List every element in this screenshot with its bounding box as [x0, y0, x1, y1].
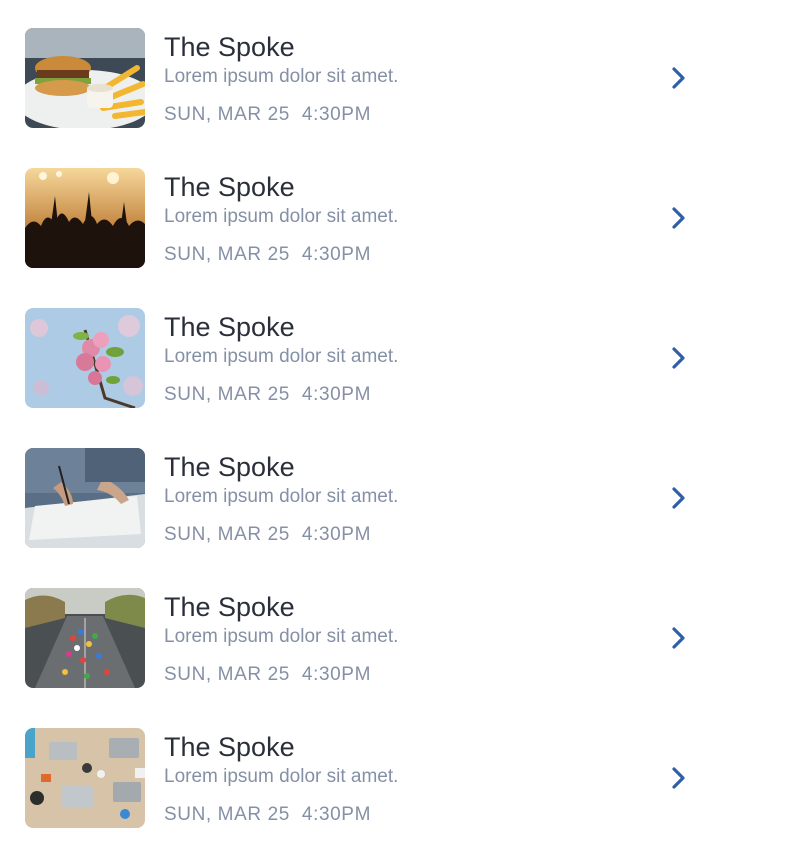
cherry-blossom-photo [25, 308, 145, 408]
event-title: The Spoke [164, 32, 295, 62]
event-title: The Spoke [164, 732, 295, 762]
event-title: The Spoke [164, 592, 295, 622]
chevron-right-icon[interactable] [668, 766, 690, 790]
event-date: SUN, MAR 25 [164, 244, 290, 265]
chevron-right-icon[interactable] [668, 626, 690, 650]
event-date: SUN, MAR 25 [164, 804, 290, 825]
event-thumbnail [25, 728, 145, 828]
event-row[interactable]: The Spoke Lorem ipsum dolor sit amet. SU… [0, 560, 802, 700]
event-time: 4:30PM [301, 384, 372, 405]
chevron-right-icon[interactable] [668, 66, 690, 90]
event-time: 4:30PM [301, 524, 372, 545]
person-signing-document-photo [25, 448, 145, 548]
event-description: Lorem ipsum dolor sit amet. [164, 766, 399, 787]
event-description: Lorem ipsum dolor sit amet. [164, 66, 399, 87]
event-thumbnail [25, 588, 145, 688]
event-datetime: SUN, MAR 25 4:30PM [164, 384, 371, 406]
event-description: Lorem ipsum dolor sit amet. [164, 346, 399, 367]
event-row[interactable]: The Spoke Lorem ipsum dolor sit amet. SU… [0, 700, 802, 840]
chevron-right-icon[interactable] [668, 346, 690, 370]
desk-with-laptops-photo [25, 728, 145, 828]
burger-and-fries-photo [25, 28, 145, 128]
event-thumbnail [25, 448, 145, 548]
event-date: SUN, MAR 25 [164, 384, 290, 405]
event-date: SUN, MAR 25 [164, 664, 290, 685]
event-date: SUN, MAR 25 [164, 524, 290, 545]
event-title: The Spoke [164, 452, 295, 482]
concert-crowd-photo [25, 168, 145, 268]
event-time: 4:30PM [301, 104, 372, 125]
event-row[interactable]: The Spoke Lorem ipsum dolor sit amet. SU… [0, 140, 802, 280]
event-time: 4:30PM [301, 664, 372, 685]
chevron-right-icon[interactable] [668, 206, 690, 230]
event-list: The Spoke Lorem ipsum dolor sit amet. SU… [0, 0, 802, 864]
event-thumbnail [25, 168, 145, 268]
event-description: Lorem ipsum dolor sit amet. [164, 626, 399, 647]
event-thumbnail [25, 28, 145, 128]
event-datetime: SUN, MAR 25 4:30PM [164, 524, 371, 546]
event-datetime: SUN, MAR 25 4:30PM [164, 104, 371, 126]
event-datetime: SUN, MAR 25 4:30PM [164, 804, 371, 826]
event-datetime: SUN, MAR 25 4:30PM [164, 664, 371, 686]
event-description: Lorem ipsum dolor sit amet. [164, 486, 399, 507]
event-date: SUN, MAR 25 [164, 104, 290, 125]
event-datetime: SUN, MAR 25 4:30PM [164, 244, 371, 266]
event-title: The Spoke [164, 312, 295, 342]
event-row[interactable]: The Spoke Lorem ipsum dolor sit amet. SU… [0, 420, 802, 560]
event-row[interactable]: The Spoke Lorem ipsum dolor sit amet. SU… [0, 280, 802, 420]
chevron-right-icon[interactable] [668, 486, 690, 510]
event-description: Lorem ipsum dolor sit amet. [164, 206, 399, 227]
event-thumbnail [25, 308, 145, 408]
event-time: 4:30PM [301, 244, 372, 265]
event-row[interactable]: The Spoke Lorem ipsum dolor sit amet. SU… [0, 0, 802, 140]
event-title: The Spoke [164, 172, 295, 202]
event-time: 4:30PM [301, 804, 372, 825]
marathon-runners-photo [25, 588, 145, 688]
